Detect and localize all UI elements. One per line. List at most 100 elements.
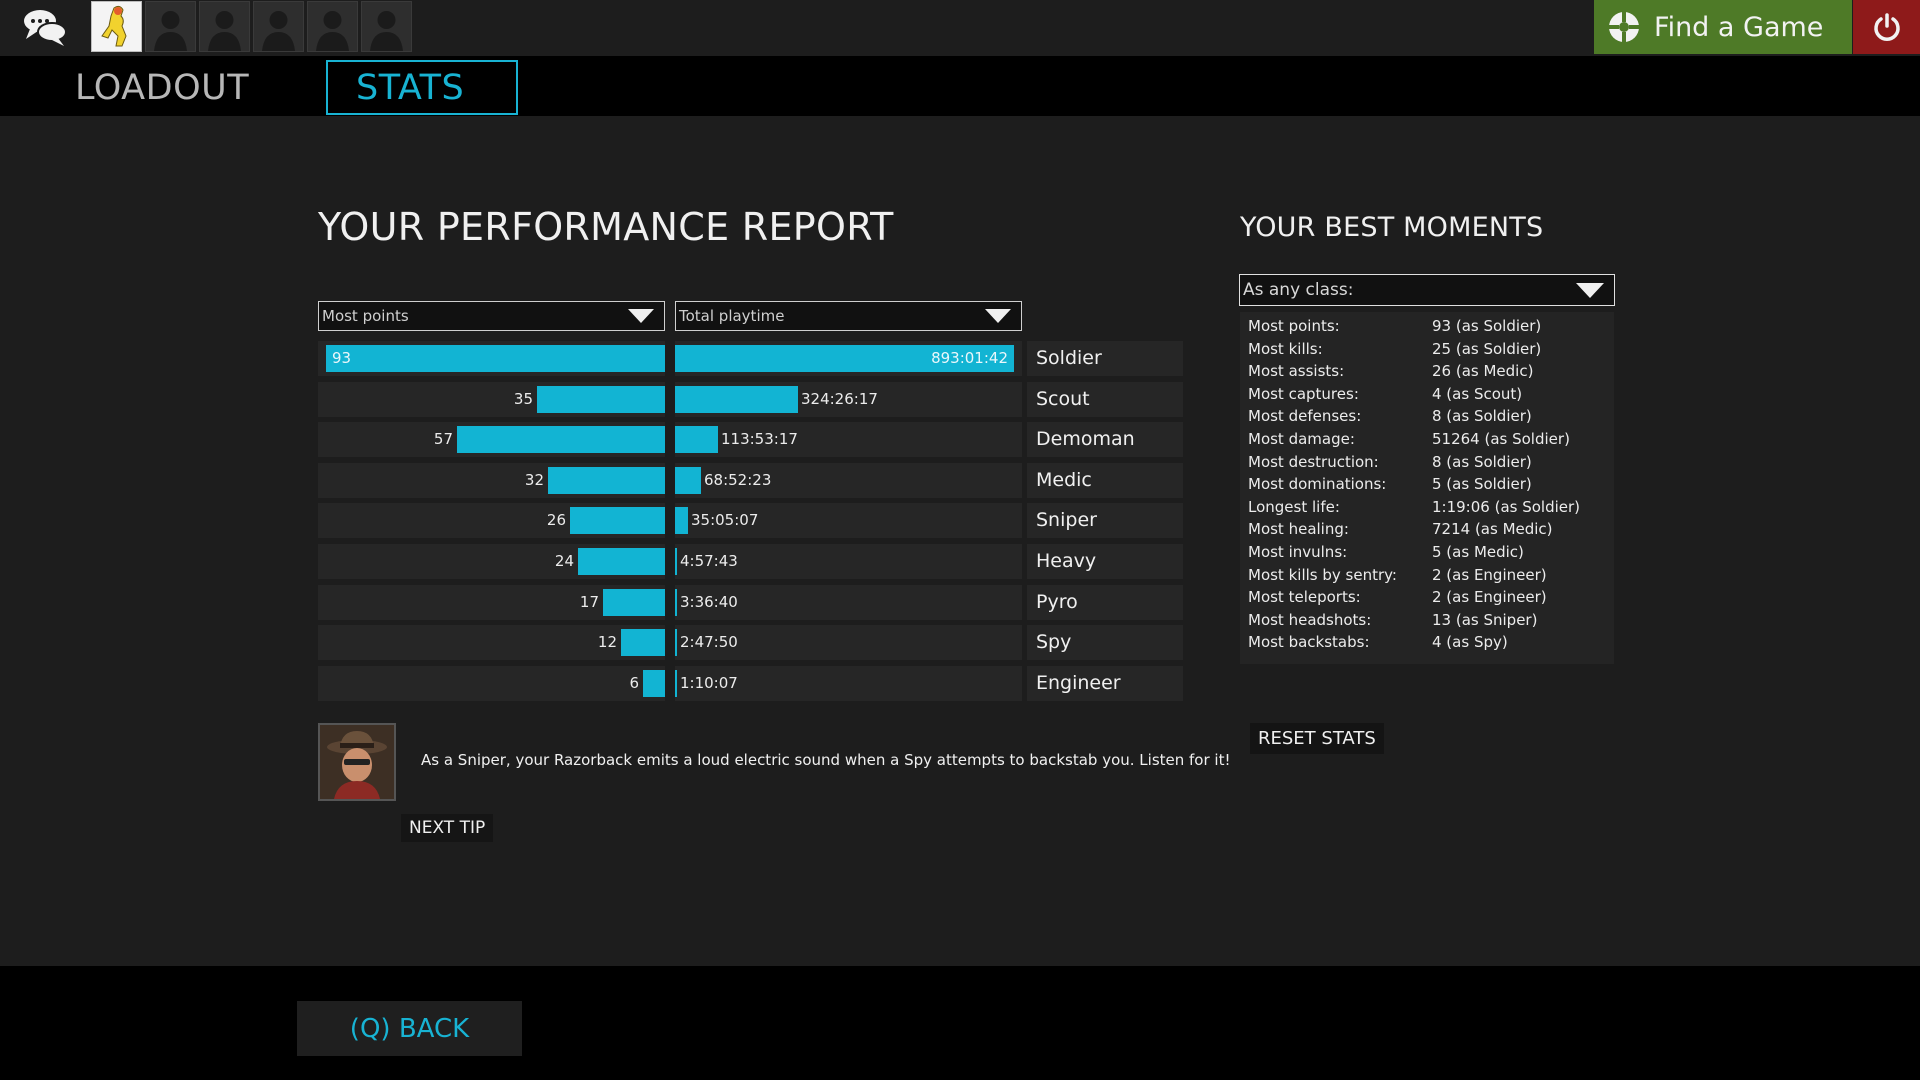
chevron-down-icon xyxy=(985,309,1011,323)
best-moment-label: Most kills by sentry: xyxy=(1248,566,1397,584)
class-name-label: Scout xyxy=(1036,388,1090,410)
class-filter-dropdown-value: As any class: xyxy=(1243,280,1354,300)
points-value-label: 6 xyxy=(629,674,639,692)
best-moment-label: Most defenses: xyxy=(1248,407,1362,425)
points-bar xyxy=(603,589,665,616)
points-bar xyxy=(326,345,665,372)
class-name-label: Heavy xyxy=(1036,550,1097,572)
party-slot-empty[interactable] xyxy=(253,1,304,52)
best-moment-value: 8 (as Soldier) xyxy=(1432,407,1532,425)
best-moment-label: Most kills: xyxy=(1248,340,1323,358)
party-avatar-self[interactable] xyxy=(91,1,142,52)
points-bar xyxy=(621,629,665,656)
points-value-label: 32 xyxy=(524,471,544,489)
silhouette-icon xyxy=(154,11,187,51)
best-moment-value: 25 (as Soldier) xyxy=(1432,340,1542,358)
points-bar xyxy=(570,507,665,534)
best-moment-label: Most damage: xyxy=(1248,430,1355,448)
chat-button[interactable] xyxy=(12,0,78,55)
best-moment-value: 4 (as Scout) xyxy=(1432,385,1523,403)
best-moment-value: 1:19:06 (as Soldier) xyxy=(1432,498,1581,516)
chevron-down-icon xyxy=(1576,283,1604,298)
playtime-bar xyxy=(675,589,677,616)
performance-report-title: YOUR PERFORMANCE REPORT xyxy=(318,205,894,249)
best-moment-value: 2 (as Engineer) xyxy=(1432,588,1547,606)
points-bar xyxy=(457,426,665,453)
class-name-label: Sniper xyxy=(1036,509,1097,531)
player-avatar-icon xyxy=(92,2,141,51)
class-name-label: Pyro xyxy=(1036,591,1078,613)
playtime-bar xyxy=(675,386,798,413)
best-moment-label: Most headshots: xyxy=(1248,611,1372,629)
playtime-bar xyxy=(675,467,701,494)
points-value-label: 17 xyxy=(579,593,599,611)
tf2-logo-icon xyxy=(1609,12,1639,42)
best-moment-label: Most assists: xyxy=(1248,362,1345,380)
class-name-label: Spy xyxy=(1036,631,1072,653)
party-slot-empty[interactable] xyxy=(307,1,358,52)
find-a-game-button[interactable]: Find a Game xyxy=(1594,0,1852,54)
reset-stats-button[interactable]: RESET STATS xyxy=(1250,723,1384,754)
back-button[interactable]: (Q) BACK xyxy=(297,1001,522,1056)
playtime-value-label: 2:47:50 xyxy=(680,633,738,651)
playtime-stat-dropdown-value: Total playtime xyxy=(679,307,785,325)
points-row-background xyxy=(318,666,665,701)
points-value-label: 24 xyxy=(554,552,574,570)
best-moment-label: Most dominations: xyxy=(1248,475,1387,493)
quit-button[interactable] xyxy=(1853,0,1920,54)
playtime-bar xyxy=(675,629,677,656)
best-moment-value: 51264 (as Soldier) xyxy=(1432,430,1570,448)
playtime-value-label: 35:05:07 xyxy=(691,511,759,529)
next-tip-button[interactable]: NEXT TIP xyxy=(401,814,494,842)
best-moment-label: Most healing: xyxy=(1248,520,1349,538)
chat-bubbles-icon xyxy=(24,9,67,46)
class-name-label: Engineer xyxy=(1036,672,1121,694)
bottom-bar xyxy=(0,966,1920,1080)
tab-stats[interactable]: STATS xyxy=(326,60,518,115)
points-bar xyxy=(548,467,665,494)
playtime-value-label: 893:01:42 xyxy=(931,349,1008,367)
points-bar xyxy=(537,386,665,413)
points-stat-dropdown-value: Most points xyxy=(322,307,409,325)
best-moment-value: 8 (as Soldier) xyxy=(1432,453,1532,471)
points-value-label: 35 xyxy=(513,390,533,408)
best-moment-label: Most backstabs: xyxy=(1248,633,1370,651)
playtime-value-label: 4:57:43 xyxy=(680,552,738,570)
party-slot-empty[interactable] xyxy=(361,1,412,52)
best-moment-value: 93 (as Soldier) xyxy=(1432,317,1542,335)
playtime-value-label: 1:10:07 xyxy=(680,674,738,692)
silhouette-icon xyxy=(316,11,349,51)
class-filter-dropdown[interactable]: As any class: xyxy=(1239,274,1615,306)
class-name-label: Medic xyxy=(1036,469,1092,491)
playtime-value-label: 68:52:23 xyxy=(704,471,772,489)
points-bar xyxy=(578,548,665,575)
best-moment-label: Longest life: xyxy=(1248,498,1340,516)
best-moments-title: YOUR BEST MOMENTS xyxy=(1240,212,1544,243)
best-moment-value: 2 (as Engineer) xyxy=(1432,566,1547,584)
party-slot-empty[interactable] xyxy=(145,1,196,52)
points-value-label: 57 xyxy=(433,430,453,448)
best-moment-label: Most captures: xyxy=(1248,385,1359,403)
tab-bar xyxy=(0,56,1920,116)
best-moment-value: 4 (as Spy) xyxy=(1432,633,1508,651)
silhouette-icon xyxy=(262,11,295,51)
points-stat-dropdown[interactable]: Most points xyxy=(318,301,665,331)
tab-loadout[interactable]: LOADOUT xyxy=(75,60,249,116)
best-moment-label: Most points: xyxy=(1248,317,1340,335)
playtime-bar xyxy=(675,670,677,697)
tip-text: As a Sniper, your Razorback emits a loud… xyxy=(421,751,1231,769)
silhouette-icon xyxy=(208,11,241,51)
points-value-label: 12 xyxy=(597,633,617,651)
class-name-label: Demoman xyxy=(1036,428,1135,450)
class-name-label: Soldier xyxy=(1036,347,1102,369)
playtime-value-label: 113:53:17 xyxy=(721,430,798,448)
playtime-value-label: 324:26:17 xyxy=(801,390,878,408)
playtime-bar xyxy=(675,548,677,575)
playtime-bar xyxy=(675,426,718,453)
best-moment-value: 26 (as Medic) xyxy=(1432,362,1534,380)
sniper-portrait-icon xyxy=(318,723,396,801)
playtime-stat-dropdown[interactable]: Total playtime xyxy=(675,301,1022,331)
party-slot-empty[interactable] xyxy=(199,1,250,52)
best-moment-value: 7214 (as Medic) xyxy=(1432,520,1553,538)
best-moment-value: 13 (as Sniper) xyxy=(1432,611,1538,629)
